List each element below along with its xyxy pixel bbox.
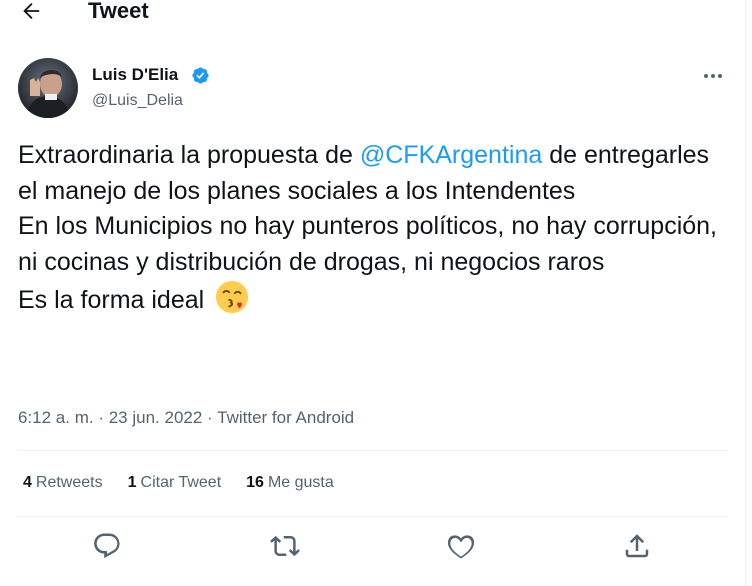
- retweets-stat[interactable]: 4 Retweets: [23, 472, 103, 494]
- tweet-stats: 4 Retweets 1 Citar Tweet 16 Me gusta: [23, 472, 359, 494]
- retweet-icon[interactable]: [270, 531, 300, 561]
- like-icon[interactable]: [446, 531, 476, 561]
- verified-badge-icon: [192, 67, 209, 84]
- avatar[interactable]: [18, 58, 78, 118]
- quotes-label: Citar Tweet: [140, 474, 222, 491]
- tweet-text-before: Extraordinaria la propuesta de: [18, 141, 360, 169]
- author-name[interactable]: Luis D'Elia: [92, 64, 178, 86]
- tweet-header: Tweet: [0, 0, 752, 26]
- tweet-date[interactable]: 23 jun. 2022: [109, 408, 203, 427]
- likes-count: 16: [246, 474, 264, 491]
- mention-link[interactable]: @CFKArgentina: [360, 141, 542, 169]
- tweet-text: Extraordinaria la propuesta de @CFKArgen…: [18, 138, 728, 319]
- reply-icon[interactable]: [92, 531, 122, 561]
- meta-separator: ·: [202, 408, 218, 427]
- likes-stat[interactable]: 16 Me gusta: [246, 472, 334, 494]
- page-title: Tweet: [88, 0, 149, 23]
- quotes-count: 1: [127, 474, 137, 491]
- retweets-label: Retweets: [35, 474, 103, 491]
- face-blowing-kiss-emoji-icon: [216, 280, 249, 314]
- share-icon[interactable]: [622, 531, 652, 561]
- author-handle[interactable]: @Luis_Delia: [92, 90, 183, 112]
- tweet-time[interactable]: 6:12 a. m.: [18, 408, 94, 427]
- tweet-source[interactable]: Twitter for Android: [217, 408, 354, 427]
- back-arrow-icon[interactable]: [20, 0, 42, 22]
- meta-separator: ·: [93, 408, 109, 427]
- tweet-actions: [0, 531, 752, 561]
- divider: [18, 450, 728, 451]
- quotes-stat[interactable]: 1 Citar Tweet: [128, 472, 222, 494]
- column-border: [745, 0, 746, 586]
- divider: [18, 516, 728, 517]
- retweets-count: 4: [23, 474, 32, 491]
- likes-label: Me gusta: [267, 474, 334, 491]
- tweet-meta: 6:12 a. m. · 23 jun. 2022 · Twitter for …: [18, 406, 354, 430]
- more-icon[interactable]: [702, 70, 724, 82]
